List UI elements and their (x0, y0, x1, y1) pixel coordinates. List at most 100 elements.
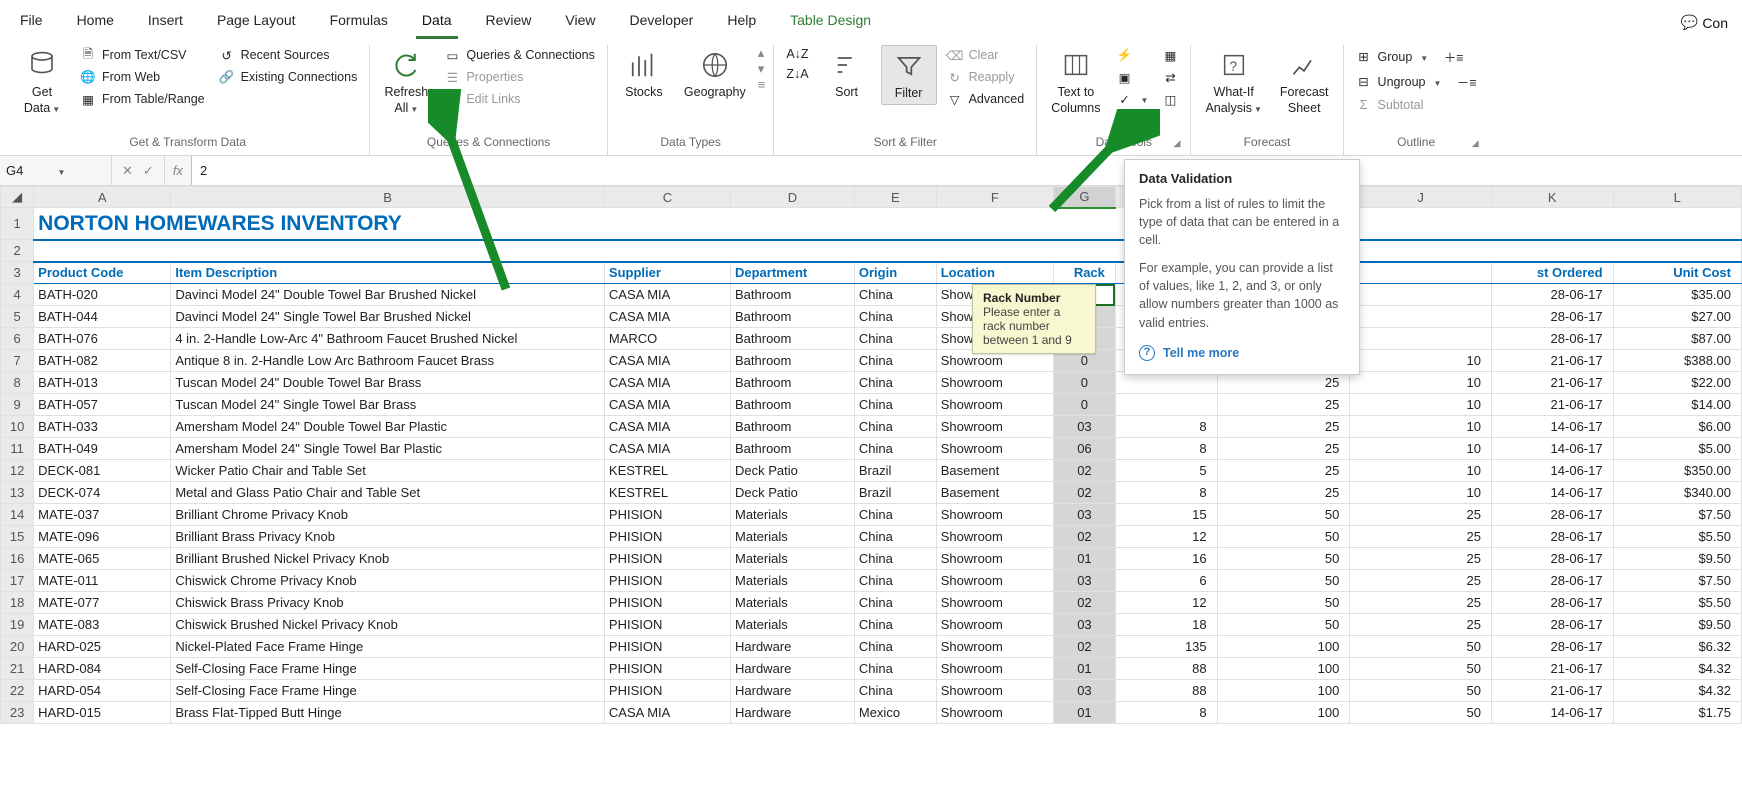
cell[interactable]: Showroom (936, 680, 1053, 702)
cell[interactable]: 10 (1350, 460, 1492, 482)
cell[interactable]: 01 (1053, 658, 1115, 680)
existing-connections-button[interactable]: 🔗Existing Connections (215, 67, 362, 87)
cell[interactable]: 02 (1053, 482, 1115, 504)
cell[interactable]: 10 (1350, 372, 1492, 394)
cell[interactable]: PHISION (604, 614, 730, 636)
cell[interactable]: Showroom (936, 702, 1053, 724)
col-header[interactable]: D (731, 187, 855, 208)
reapply-button[interactable]: ↻Reapply (943, 67, 1029, 87)
cell[interactable]: 25 (1217, 460, 1350, 482)
chevron-down-icon[interactable]: ▾ (758, 61, 766, 77)
sheet-title[interactable]: NORTON HOMEWARES INVENTORY (34, 208, 1742, 240)
cell[interactable]: BATH-020 (34, 284, 171, 306)
cell[interactable]: $9.50 (1613, 548, 1741, 570)
cell[interactable]: China (854, 680, 936, 702)
cell[interactable]: China (854, 614, 936, 636)
cell[interactable] (1350, 328, 1492, 350)
row-header[interactable]: 13 (1, 482, 34, 504)
cell[interactable]: Basement (936, 460, 1053, 482)
cell[interactable]: Chiswick Brass Privacy Knob (171, 592, 605, 614)
cell[interactable]: MARCO (604, 328, 730, 350)
cell[interactable]: Showroom (936, 394, 1053, 416)
filter-button[interactable]: Filter (881, 45, 937, 105)
cell[interactable]: 28-06-17 (1491, 548, 1613, 570)
row-header[interactable]: 19 (1, 614, 34, 636)
recent-sources-button[interactable]: ↺Recent Sources (215, 45, 362, 65)
cell[interactable]: 28-06-17 (1491, 570, 1613, 592)
cell[interactable]: 0 (1053, 372, 1115, 394)
cell[interactable]: BATH-049 (34, 438, 171, 460)
cell[interactable]: China (854, 526, 936, 548)
from-text-csv-button[interactable]: 🗎From Text/CSV (76, 45, 209, 65)
cell[interactable]: 8 (1115, 702, 1217, 724)
cell[interactable]: 100 (1217, 658, 1350, 680)
cell[interactable]: Brilliant Chrome Privacy Knob (171, 504, 605, 526)
flash-fill-button[interactable]: ⚡ (1113, 45, 1153, 65)
row-header[interactable]: 7 (1, 350, 34, 372)
cell[interactable]: Bathroom (731, 328, 855, 350)
cell[interactable]: 50 (1217, 592, 1350, 614)
what-if-button[interactable]: ? What-If Analysis (1199, 45, 1267, 118)
cell[interactable]: CASA MIA (604, 394, 730, 416)
row-header[interactable]: 10 (1, 416, 34, 438)
cell[interactable]: Bathroom (731, 372, 855, 394)
queries-connections-button[interactable]: ▭Queries & Connections (440, 45, 599, 65)
cell[interactable]: 50 (1217, 526, 1350, 548)
row-header[interactable]: 14 (1, 504, 34, 526)
cell[interactable]: 10 (1350, 394, 1492, 416)
cell[interactable]: China (854, 328, 936, 350)
sort-desc-button[interactable]: Z↓A (782, 65, 812, 83)
cell[interactable]: 12 (1115, 526, 1217, 548)
cell[interactable]: DECK-074 (34, 482, 171, 504)
cell[interactable]: PHISION (604, 680, 730, 702)
text-to-columns-button[interactable]: Text to Columns (1045, 45, 1106, 118)
cell[interactable]: 01 (1053, 702, 1115, 724)
cell[interactable]: 03 (1053, 416, 1115, 438)
col-header[interactable]: J (1350, 187, 1492, 208)
cell[interactable]: 25 (1350, 570, 1492, 592)
row-header[interactable]: 15 (1, 526, 34, 548)
cell[interactable]: 01 (1053, 548, 1115, 570)
cell[interactable]: Showroom (936, 548, 1053, 570)
select-all-cell[interactable]: ◢ (1, 187, 34, 208)
cell[interactable]: $6.32 (1613, 636, 1741, 658)
tab-pagelayout[interactable]: Page Layout (211, 6, 302, 39)
cell[interactable]: 5 (1115, 460, 1217, 482)
data-validation-button[interactable]: ✓ (1113, 89, 1153, 109)
sort-asc-button[interactable]: A↓Z (782, 45, 812, 63)
cell[interactable]: BATH-076 (34, 328, 171, 350)
properties-button[interactable]: ☰Properties (440, 67, 599, 87)
cell[interactable]: China (854, 350, 936, 372)
cell[interactable]: BATH-057 (34, 394, 171, 416)
cell[interactable]: China (854, 284, 936, 306)
cell[interactable]: CASA MIA (604, 350, 730, 372)
cell[interactable]: 02 (1053, 636, 1115, 658)
geography-button[interactable]: Geography (678, 45, 752, 103)
consolidate-button[interactable]: ▦ (1158, 45, 1182, 65)
cell[interactable] (1115, 394, 1217, 416)
cell[interactable]: CASA MIA (604, 284, 730, 306)
cell[interactable]: Amersham Model 24" Double Towel Bar Plas… (171, 416, 605, 438)
cell[interactable]: MATE-096 (34, 526, 171, 548)
cell[interactable]: MATE-011 (34, 570, 171, 592)
cell[interactable]: Brass Flat-Tipped Butt Hinge (171, 702, 605, 724)
from-web-button[interactable]: 🌐From Web (76, 67, 209, 87)
tab-formulas[interactable]: Formulas (324, 6, 394, 39)
cell[interactable]: China (854, 636, 936, 658)
tab-view[interactable]: View (559, 6, 601, 39)
col-header[interactable]: A (34, 187, 171, 208)
cell[interactable]: Nickel-Plated Face Frame Hinge (171, 636, 605, 658)
cell[interactable]: HARD-015 (34, 702, 171, 724)
cell[interactable]: PHISION (604, 658, 730, 680)
cell[interactable]: 50 (1350, 636, 1492, 658)
cell[interactable]: Brazil (854, 460, 936, 482)
subtotal-button[interactable]: ΣSubtotal (1352, 95, 1481, 115)
cell[interactable]: $5.50 (1613, 526, 1741, 548)
cell[interactable]: Showroom (936, 636, 1053, 658)
cell[interactable]: Davinci Model 24" Single Towel Bar Brush… (171, 306, 605, 328)
cell[interactable]: PHISION (604, 504, 730, 526)
cell[interactable]: DECK-081 (34, 460, 171, 482)
row-header[interactable]: 2 (1, 240, 34, 262)
cell[interactable]: 4 in. 2-Handle Low-Arc 4" Bathroom Fauce… (171, 328, 605, 350)
cell[interactable]: Showroom (936, 526, 1053, 548)
